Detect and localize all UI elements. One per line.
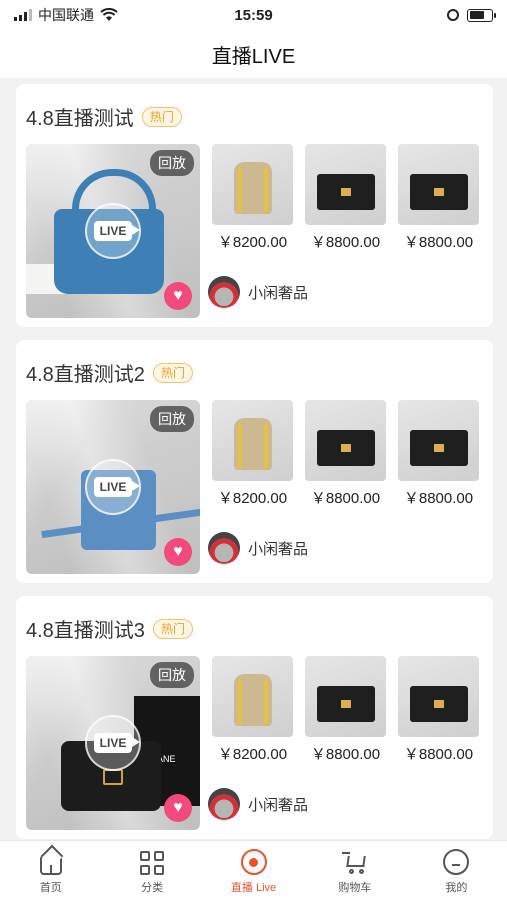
status-left: 中国联通 [14,5,194,25]
product-list: ￥8200.00 ￥8800.00 ￥8800.00 [212,144,479,252]
product-item[interactable]: ￥8200.00 [212,400,293,508]
live-icon [240,849,268,877]
product-price: ￥8200.00 [217,234,288,251]
product-price: ￥8800.00 [403,490,474,507]
live-play-button[interactable]: LIVE [85,203,141,259]
shop-avatar [208,788,240,820]
status-bar: 中国联通 15:59 [0,0,507,30]
live-cover[interactable]: CHANE 回放 LIVE ♥ [26,656,200,830]
product-thumbnail [398,656,479,737]
product-thumbnail [305,656,386,737]
shop-name: 小闲奢品 [248,796,309,814]
hot-badge: 热门 [152,618,193,639]
hot-badge: 热门 [141,106,182,127]
product-list: ￥8200.00 ￥8800.00 ￥8800.00 [212,656,479,764]
heart-icon: ♥ [173,543,183,560]
tab-category[interactable]: 分类 [101,841,202,900]
product-item[interactable]: ￥8800.00 [398,144,479,252]
tab-home[interactable]: 首页 [0,841,101,900]
cart-icon [341,849,369,877]
product-price: ￥8200.00 [217,490,288,507]
product-price: ￥8800.00 [310,234,381,251]
tab-profile[interactable]: 我的 [406,841,507,900]
product-thumbnail [305,400,386,481]
live-cover[interactable]: 回放 LIVE ♥ [26,144,200,318]
like-button[interactable]: ♥ [164,538,192,566]
live-camera-icon: LIVE [93,221,140,241]
status-time: 15:59 [234,6,273,24]
heart-icon: ♥ [173,287,183,304]
nav-bar: 直播LIVE [0,30,507,78]
tab-label: 直播 Live [230,882,277,894]
product-price: ￥8800.00 [403,234,474,251]
product-item[interactable]: ￥8200.00 [212,144,293,252]
wifi-icon [100,8,118,21]
orientation-lock-icon [447,9,459,21]
tab-label: 首页 [39,882,62,894]
battery-icon [467,8,496,22]
product-item[interactable]: ￥8800.00 [305,656,386,764]
product-item[interactable]: ￥8800.00 [398,400,479,508]
product-thumbnail [305,144,386,225]
hot-badge: 热门 [152,362,193,383]
signal-icon [14,9,32,21]
shop-avatar [208,532,240,564]
product-thumbnail [212,144,293,225]
product-thumbnail [398,144,479,225]
home-icon [37,849,65,877]
card-title-text: 4.8直播测试 [26,108,134,130]
tab-live[interactable]: 直播 Live [203,841,304,900]
card-title: 4.8直播测试3 热门 [26,614,193,643]
card-title: 4.8直播测试2 热门 [26,358,193,387]
carrier-name: 中国联通 [38,7,94,23]
product-price: ￥8200.00 [217,746,288,763]
product-list: ￥8200.00 ￥8800.00 ￥8800.00 [212,400,479,508]
live-camera-icon: LIVE [93,477,140,497]
product-item[interactable]: ￥8800.00 [398,656,479,764]
status-right [313,8,496,22]
product-item[interactable]: ￥8200.00 [212,656,293,764]
profile-icon [442,849,470,877]
card-title-text: 4.8直播测试2 [26,364,145,386]
product-thumbnail [212,656,293,737]
live-play-button[interactable]: LIVE [85,715,141,771]
live-card[interactable]: 4.8直播测试2 热门 回放 LIVE ♥ ￥8200.00 ￥8800.00 [16,340,493,583]
live-cover[interactable]: 回放 LIVE ♥ [26,400,200,574]
tab-cart[interactable]: 购物车 [304,841,405,900]
like-button[interactable]: ♥ [164,282,192,310]
live-card[interactable]: 4.8直播测试3 热门 CHANE 回放 LIVE ♥ ￥8200.00 ￥88… [16,596,493,839]
product-price: ￥8800.00 [403,746,474,763]
product-price: ￥8800.00 [310,746,381,763]
live-card[interactable]: 4.8直播测试 热门 回放 LIVE ♥ ￥8200.00 ￥8800.00 ￥… [16,84,493,327]
shop-name: 小闲奢品 [248,540,309,558]
product-thumbnail [212,400,293,481]
shop-info[interactable]: 小闲奢品 [208,532,308,564]
page-title: 直播LIVE [211,45,296,68]
card-title: 4.8直播测试 热门 [26,102,182,131]
shop-info[interactable]: 小闲奢品 [208,788,308,820]
tab-bar: 首页 分类 直播 Live 购物车 我的 [0,840,507,900]
replay-tag: 回放 [150,150,194,176]
card-title-text: 4.8直播测试3 [26,620,145,642]
like-button[interactable]: ♥ [164,794,192,822]
shop-avatar [208,276,240,308]
category-icon [138,849,166,877]
replay-tag: 回放 [150,406,194,432]
heart-icon: ♥ [173,799,183,816]
shop-name: 小闲奢品 [248,284,309,302]
product-item[interactable]: ￥8800.00 [305,400,386,508]
live-list: 4.8直播测试 热门 回放 LIVE ♥ ￥8200.00 ￥8800.00 ￥… [16,84,493,852]
product-item[interactable]: ￥8800.00 [305,144,386,252]
live-play-button[interactable]: LIVE [85,459,141,515]
product-thumbnail [398,400,479,481]
tab-label: 购物车 [338,882,372,894]
replay-tag: 回放 [150,662,194,688]
shop-info[interactable]: 小闲奢品 [208,276,308,308]
product-price: ￥8800.00 [310,490,381,507]
live-camera-icon: LIVE [93,733,140,753]
tab-label: 我的 [445,882,468,894]
tab-label: 分类 [141,882,164,894]
